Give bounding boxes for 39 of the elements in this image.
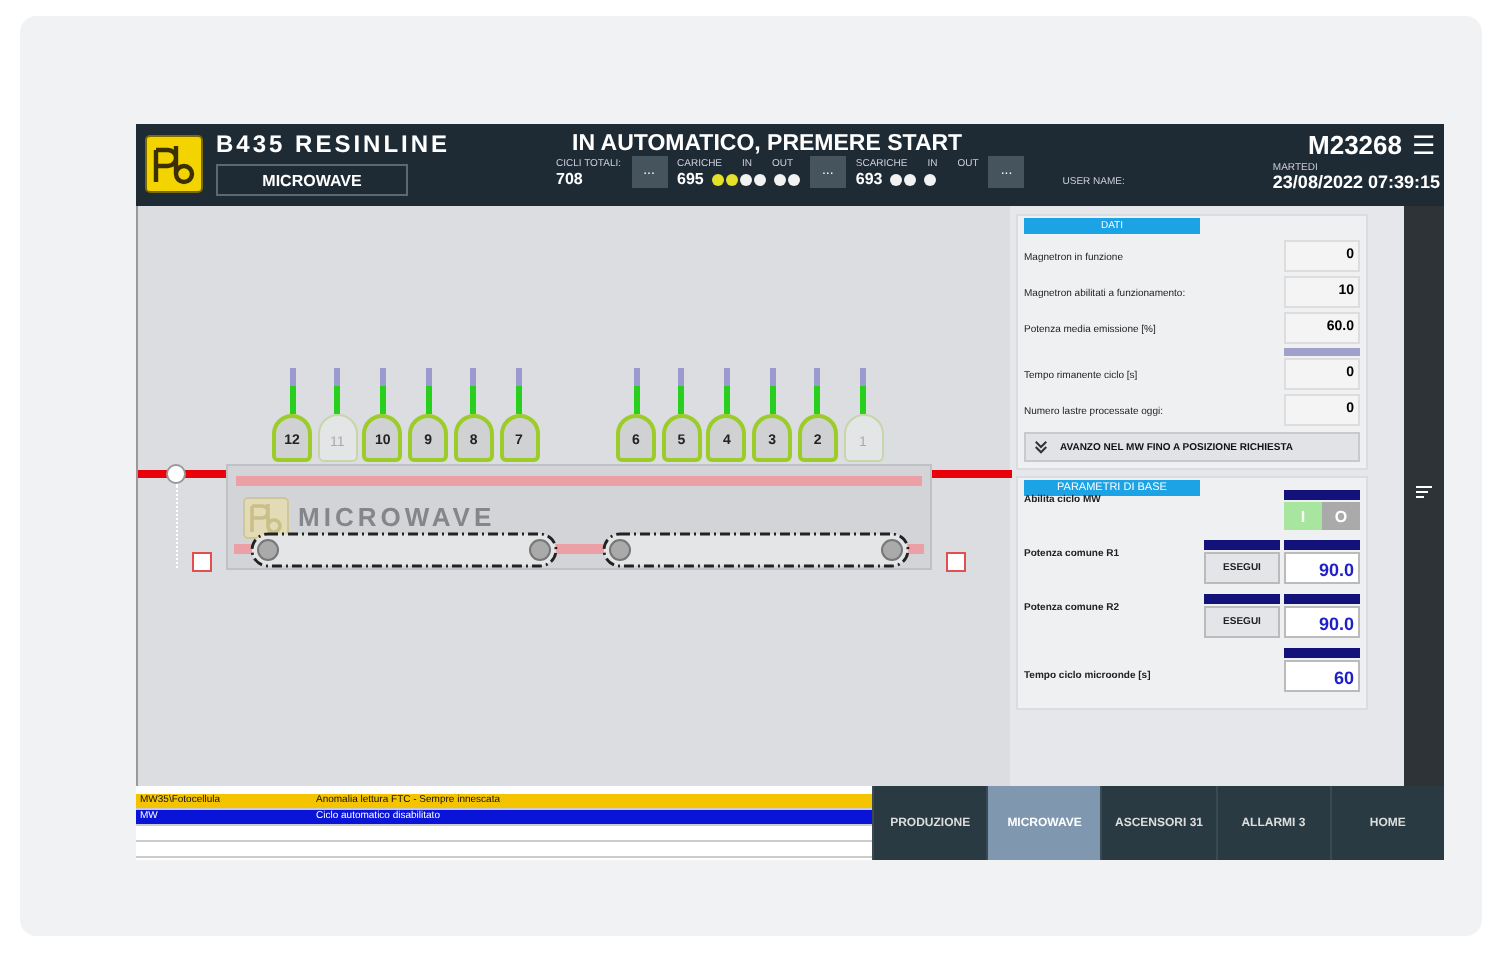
level-bar [379, 368, 386, 414]
sensor-square [946, 552, 966, 572]
level-bar [425, 368, 432, 414]
sensor-square [192, 552, 212, 572]
progress-bar [1284, 348, 1360, 356]
date-time: 23/08/2022 07:39:15 [1272, 174, 1440, 192]
line-title: B435 RESINLINE [216, 130, 453, 158]
tag-bar [1284, 540, 1360, 550]
status-message: IN AUTOMATICO, PREMERE START [572, 132, 965, 156]
tag-bar [1204, 594, 1280, 604]
level-bar [334, 368, 341, 414]
machine-id: M23268 [1308, 129, 1402, 159]
menu-icon[interactable]: ☰ [1412, 129, 1436, 159]
level-bar [516, 368, 522, 414]
counter-value: 693 [855, 170, 883, 188]
level-bar [470, 368, 477, 414]
level-bar [814, 368, 821, 414]
level-bar [289, 368, 295, 414]
level-bar [723, 368, 730, 414]
logo-icon [144, 134, 204, 194]
tag-bar [1284, 594, 1360, 604]
level-bar [860, 368, 866, 414]
tag-bar [1204, 540, 1280, 550]
logo-icon [242, 496, 290, 540]
level-bar [769, 368, 776, 414]
value-field[interactable]: 90.0 [1284, 552, 1360, 584]
tag-bar [1284, 490, 1360, 500]
level-bar [678, 368, 685, 414]
page-button[interactable]: MICROWAVE [216, 164, 408, 196]
conveyor-rail [932, 470, 1012, 478]
level-bar [633, 368, 639, 414]
counter-value: 708 [556, 170, 585, 188]
chamber-title: MICROWAVE [298, 502, 496, 532]
filter-icon[interactable] [1416, 486, 1432, 498]
chevron-icon [1034, 440, 1048, 454]
value-field[interactable]: 60 [1284, 660, 1360, 692]
counter-value: 695 [677, 170, 704, 188]
tag-bar [1284, 648, 1360, 658]
value-field[interactable]: 90.0 [1284, 606, 1360, 638]
